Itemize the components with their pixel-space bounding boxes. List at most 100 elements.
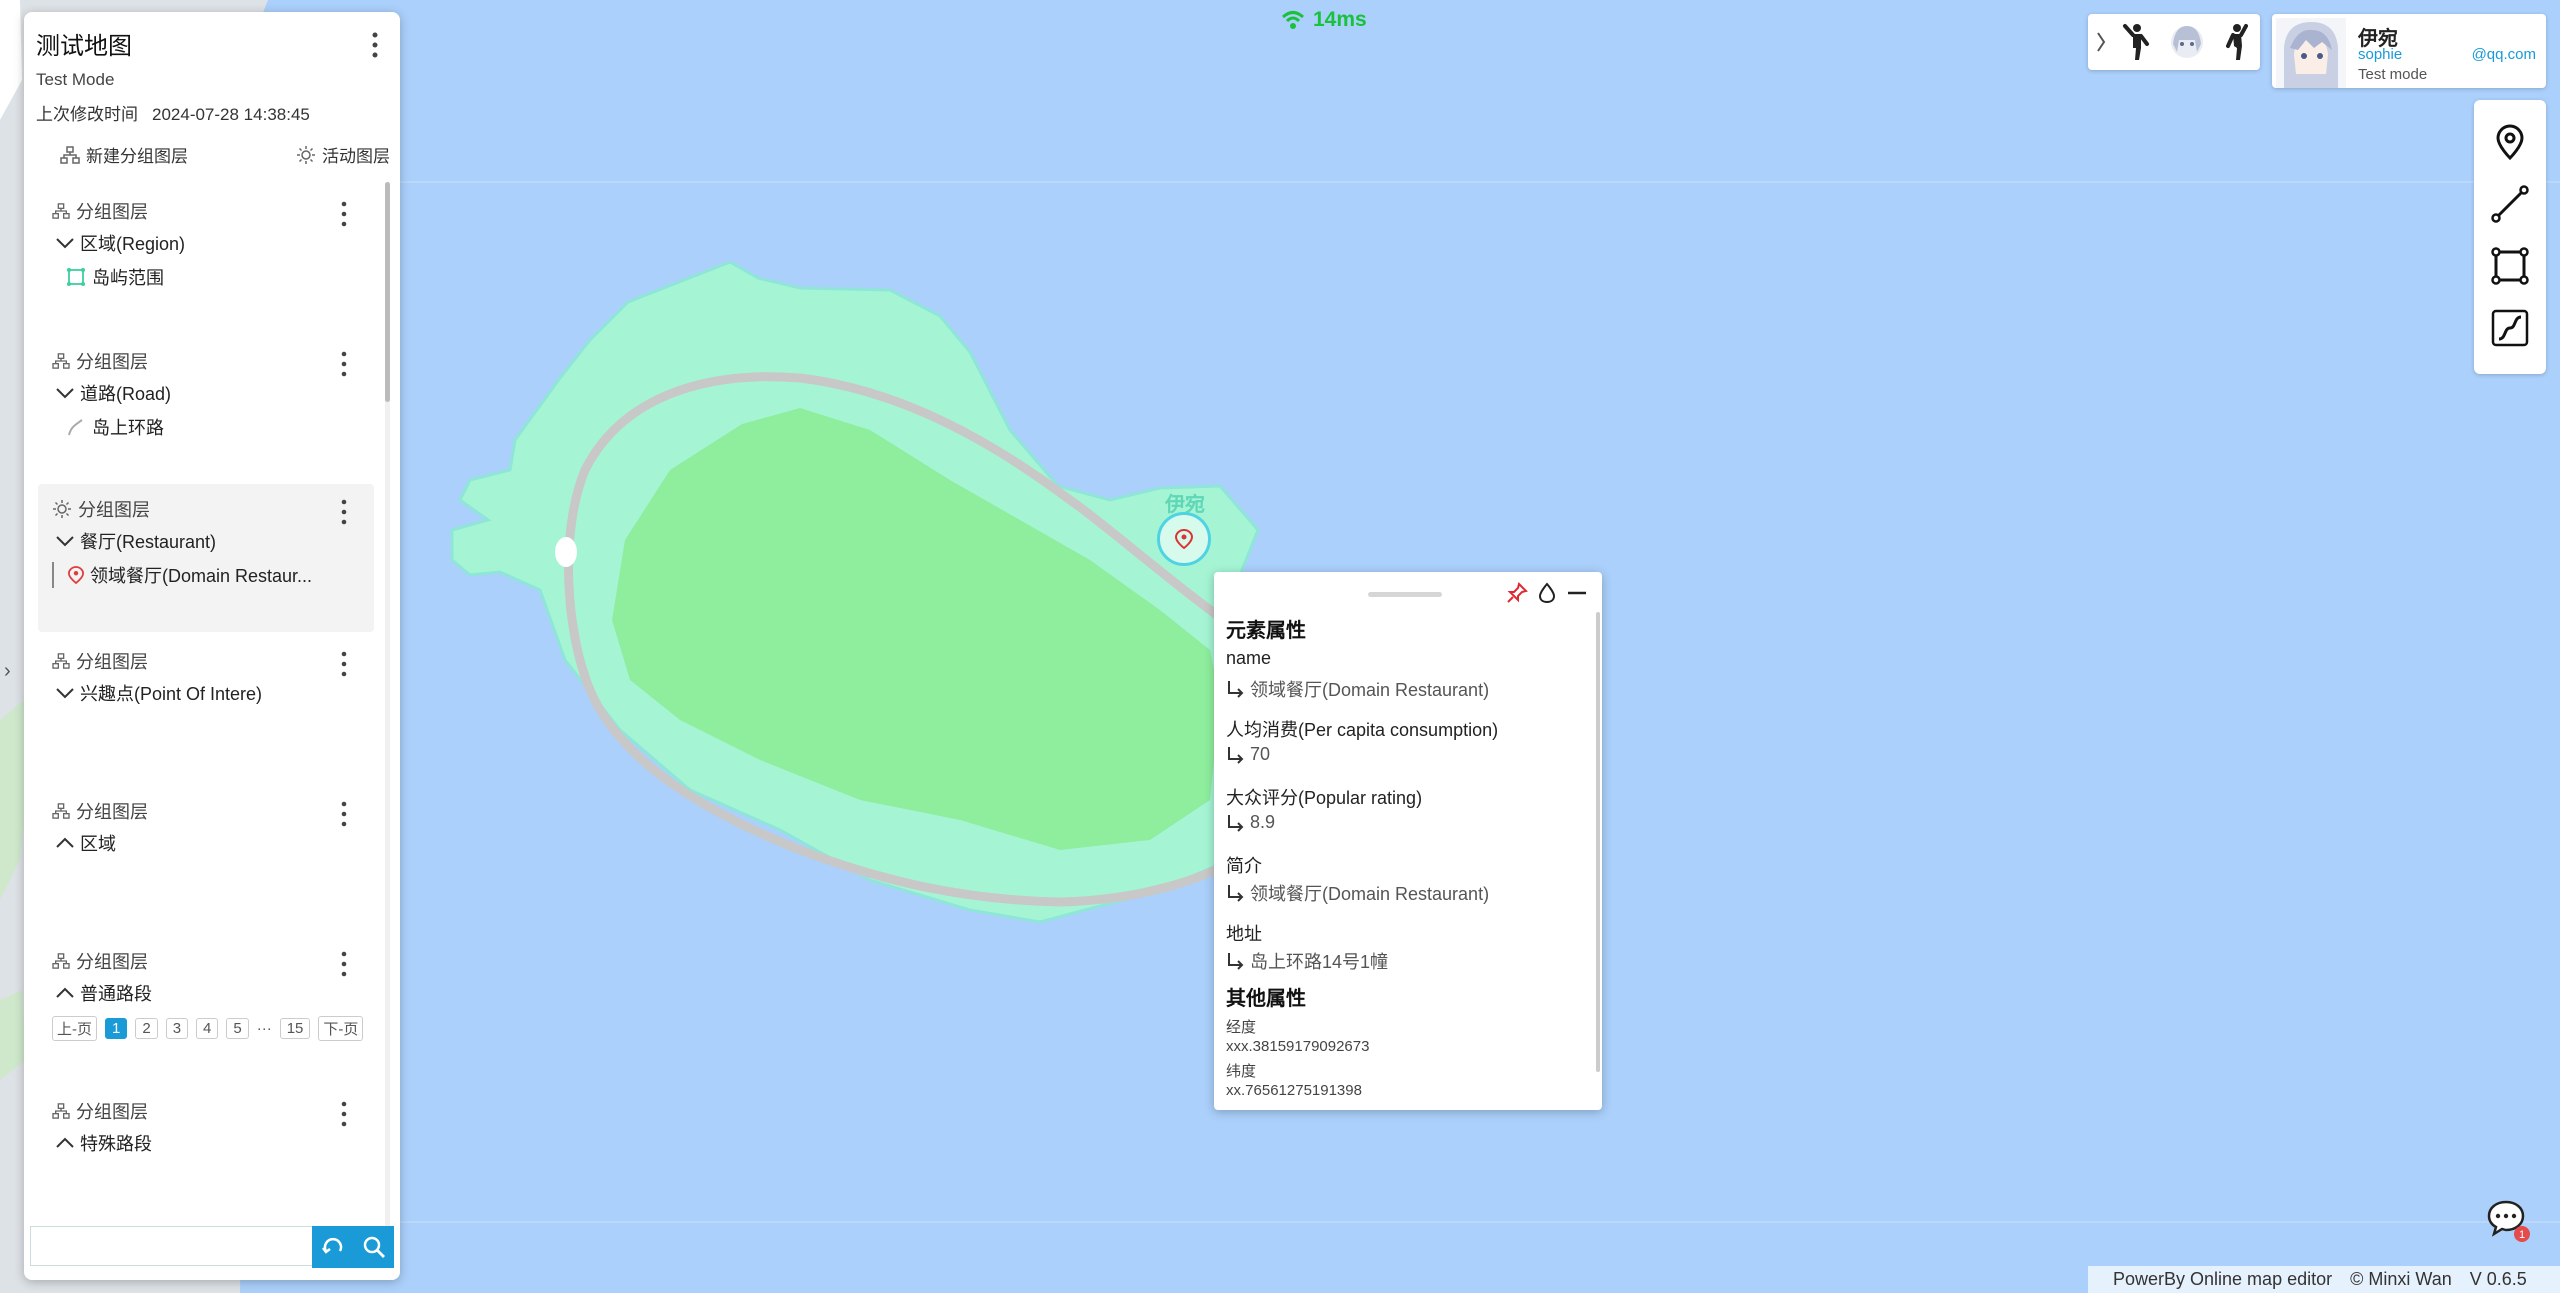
layer-normal-road[interactable]: 普通路段 [56,980,152,1006]
other-properties-title: 其他属性 [1226,988,1306,1010]
group-layer-icon [60,145,80,164]
page-button[interactable]: 4 [196,1018,219,1039]
more-vertical-icon[interactable] [340,498,348,526]
chevron-down-icon [56,688,74,699]
group-layer-icon [52,803,70,819]
popup-controls [1506,582,1588,604]
group-layer-header[interactable]: 分组图层 [52,198,148,224]
chevron-up-icon [56,987,74,998]
user-profile[interactable]: 伊宛 sophie @qq.com Test mode [2272,14,2546,88]
group-layer-region: 分组图层 区域(Region) 岛屿范围 [38,186,374,324]
attr-value-text: 领域餐厅(Domain Restaurant) [1250,680,1490,700]
draw-line-tool[interactable] [2488,182,2532,226]
drag-handle[interactable] [1368,592,1442,597]
avatar [2276,18,2346,88]
group-layer-label: 分组图层 [76,802,148,822]
group-layer-area: 分组图层 区域 [38,786,374,924]
layer-special-road[interactable]: 特殊路段 [56,1130,152,1156]
layer-area[interactable]: 区域 [56,830,116,856]
search-icon[interactable] [362,1235,386,1259]
draw-curve-tool[interactable] [2488,306,2532,350]
draw-point-tool[interactable] [2488,120,2532,164]
group-layer-header[interactable]: 分组图层 [52,348,148,374]
prev-page-button[interactable]: 上-页 [52,1016,97,1041]
person-waving-icon[interactable] [2121,22,2151,62]
attr-value: 70 [1226,744,1270,765]
group-layer-header[interactable]: 分组图层 [52,648,148,674]
layer-label: 餐厅(Restaurant) [80,532,217,552]
layer-region[interactable]: 区域(Region) [56,230,185,256]
location-pin-icon [1175,529,1193,549]
page-button[interactable]: 5 [226,1018,249,1039]
modified-time: 2024-07-28 14:38:45 [152,105,310,124]
more-vertical-icon[interactable] [340,350,348,378]
page-button[interactable]: 3 [165,1018,189,1039]
chat-button[interactable]: 1 [2486,1198,2532,1249]
restaurant-marker[interactable] [1157,512,1211,566]
minimize-icon[interactable] [1566,582,1588,604]
active-layer-button[interactable]: 活动图层 [296,142,390,167]
group-layer-header[interactable]: 分组图层 [52,1098,148,1124]
group-layer-label: 分组图层 [78,500,150,520]
more-vertical-icon[interactable] [340,650,348,678]
attr-key: 地址 [1226,924,1262,944]
polyline-icon [68,419,83,436]
layer-label: 普通路段 [80,984,152,1004]
arrow-return-icon [1228,953,1244,970]
reset-icon[interactable] [321,1235,345,1259]
author: © Minxi Wan [2350,1269,2452,1289]
attr-key: 简介 [1226,856,1262,876]
search-input[interactable] [30,1226,312,1266]
group-layer-label: 分组图层 [76,202,148,222]
latitude-value: xx.76561275191398 [1226,1082,1362,1099]
group-layer-label: 分组图层 [76,652,148,672]
page-button[interactable]: 1 [105,1018,128,1039]
footer: PowerBy Online map editor © Minxi Wan V … [2088,1266,2560,1293]
powered-by: PowerBy Online map editor [2113,1269,2333,1289]
attr-value-text: 70 [1250,744,1271,764]
layer-poi[interactable]: 兴趣点(Point Of Intere) [56,680,262,706]
pin-icon[interactable] [1506,582,1528,604]
chevron-right-icon[interactable]: › [4,660,11,683]
group-layer-icon [52,203,70,219]
group-layer-icon [52,353,70,369]
more-vertical-icon[interactable] [340,200,348,228]
chevron-down-icon [56,536,74,547]
draw-polygon-tool[interactable] [2488,244,2532,288]
new-group-layer-button[interactable]: 新建分组图层 [60,142,188,167]
more-vertical-icon[interactable] [340,1100,348,1128]
character-avatar-icon[interactable] [2167,22,2207,62]
group-layer-restaurant: 分组图层 餐厅(Restaurant) 领域餐厅(Domain Restaur.… [38,484,374,632]
group-layer-icon [52,953,70,969]
longitude-value: xxx.38159179092673 [1226,1038,1370,1055]
last-modified: 上次修改时间 2024-07-28 14:38:45 [36,100,310,125]
profile-mode: Test mode [2358,66,2428,83]
group-layer-special-road: 分组图层 特殊路段 [38,1086,374,1224]
feature-domain-restaurant[interactable]: 领域餐厅(Domain Restaur... [52,562,312,588]
attr-value-text: 岛上环路14号1幢 [1250,952,1389,972]
feature-island-range[interactable]: 岛屿范围 [66,264,164,290]
drop-icon[interactable] [1538,582,1556,604]
page-button[interactable]: 15 [279,1018,311,1039]
group-layer-header[interactable]: 分组图层 [52,496,150,522]
layer-label: 道路(Road) [80,384,172,404]
feature-ring-road[interactable]: 岛上环路 [66,414,164,440]
layer-label: 区域 [80,834,116,854]
chevron-down-icon [56,238,74,249]
latitude-label: 纬度 [1226,1063,1257,1080]
layer-restaurant[interactable]: 餐厅(Restaurant) [56,528,216,554]
more-vertical-icon[interactable] [340,800,348,828]
layer-road[interactable]: 道路(Road) [56,380,171,406]
more-vertical-icon[interactable] [368,30,382,60]
person-standing-icon[interactable] [2222,22,2252,62]
page-button[interactable]: 2 [135,1018,158,1039]
pagination: 上-页 1 2 3 4 5 ··· 15 下-页 [52,1016,364,1041]
group-layer-header[interactable]: 分组图层 [52,948,148,974]
chevron-right-icon[interactable] [2096,31,2106,53]
more-vertical-icon[interactable] [340,950,348,978]
feature-label: 领域餐厅(Domain Restaur... [90,566,313,586]
layer-label: 兴趣点(Point Of Intere) [80,684,263,704]
popup-scrollbar[interactable] [1596,612,1600,1072]
group-layer-header[interactable]: 分组图层 [52,798,148,824]
next-page-button[interactable]: 下-页 [318,1016,364,1041]
